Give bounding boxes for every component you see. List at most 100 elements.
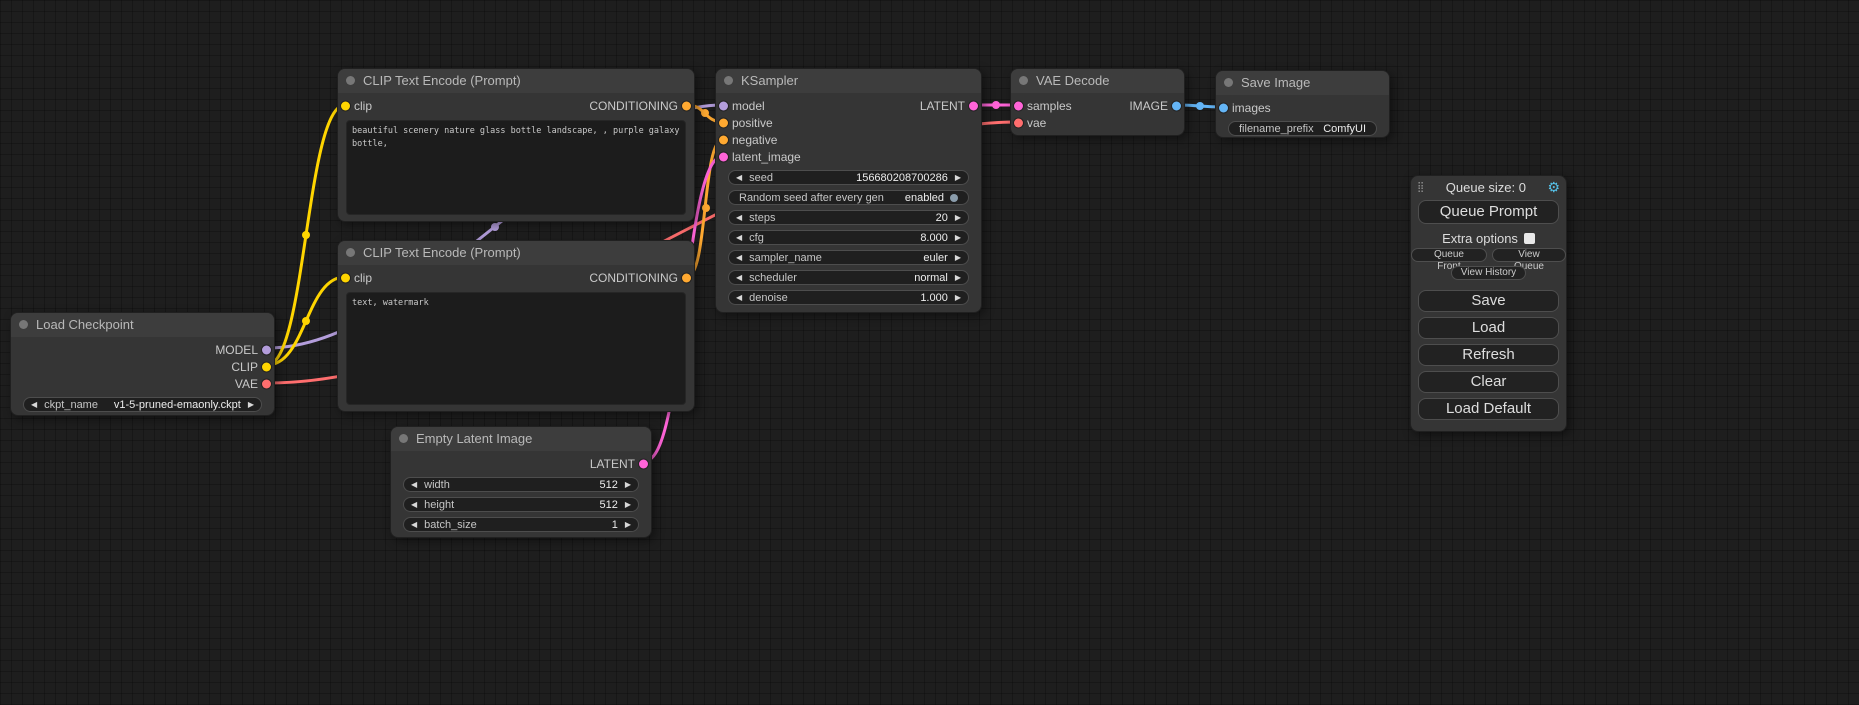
increment-arrow-icon[interactable]: ▶ <box>625 521 631 529</box>
model-input-port[interactable] <box>719 101 728 110</box>
node-vae-decode[interactable]: VAE Decode samples IMAGE vae <box>1010 68 1185 136</box>
node-save-image[interactable]: Save Image images filename_prefix ComfyU… <box>1215 70 1390 138</box>
node-ksampler[interactable]: KSampler model LATENT positive negative <box>715 68 982 313</box>
increment-arrow-icon[interactable]: ▶ <box>625 481 631 489</box>
save-button[interactable]: Save <box>1418 290 1559 312</box>
negative-input-port[interactable] <box>719 135 728 144</box>
wire-midpoint-dot <box>702 204 710 212</box>
node-clip-text-encode-negative[interactable]: CLIP Text Encode (Prompt) clip CONDITION… <box>337 240 695 412</box>
wire-midpoint-dot <box>302 317 310 325</box>
prev-value-arrow-icon[interactable]: ◀ <box>736 254 742 262</box>
images-input-port[interactable] <box>1219 103 1228 112</box>
conditioning-output-port[interactable] <box>682 273 691 282</box>
queue-prompt-button[interactable]: Queue Prompt <box>1418 200 1559 224</box>
clip-input-label: clip <box>354 271 372 285</box>
node-title-bar[interactable]: CLIP Text Encode (Prompt) <box>338 241 694 265</box>
decrement-arrow-icon[interactable]: ◀ <box>736 294 742 302</box>
load-default-button[interactable]: Load Default <box>1418 398 1559 420</box>
collapse-dot-icon[interactable] <box>399 434 408 443</box>
collapse-dot-icon[interactable] <box>346 248 355 257</box>
node-title-bar[interactable]: CLIP Text Encode (Prompt) <box>338 69 694 93</box>
node-title-bar[interactable]: Save Image <box>1216 71 1389 95</box>
decrement-arrow-icon[interactable]: ◀ <box>736 214 742 222</box>
ckpt-name-widget[interactable]: ◀ ckpt_name v1-5-pruned-emaonly.ckpt ▶ <box>23 397 262 412</box>
next-value-arrow-icon[interactable]: ▶ <box>955 274 961 282</box>
node-clip-text-encode-positive[interactable]: CLIP Text Encode (Prompt) clip CONDITION… <box>337 68 695 222</box>
node-title-bar[interactable]: KSampler <box>716 69 981 93</box>
decrement-arrow-icon[interactable]: ◀ <box>736 174 742 182</box>
latent-output-label: LATENT <box>590 457 635 471</box>
widget-name: filename_prefix <box>1239 123 1314 135</box>
collapse-dot-icon[interactable] <box>19 320 28 329</box>
clip-input-port[interactable] <box>341 101 350 110</box>
slot-row: clip CONDITIONING <box>338 269 694 286</box>
node-title-bar[interactable]: Load Checkpoint <box>11 313 274 337</box>
vae-output-port[interactable] <box>262 379 271 388</box>
increment-arrow-icon[interactable]: ▶ <box>955 214 961 222</box>
node-title-bar[interactable]: Empty Latent Image <box>391 427 651 451</box>
queue-front-button[interactable]: Queue Front <box>1411 248 1487 262</box>
collapse-dot-icon[interactable] <box>1019 76 1028 85</box>
extra-options-checkbox[interactable] <box>1524 233 1535 244</box>
view-queue-button[interactable]: View Queue <box>1492 248 1566 262</box>
height-widget[interactable]: ◀ height 512 ▶ <box>403 497 639 512</box>
collapse-dot-icon[interactable] <box>1224 78 1233 87</box>
decrement-arrow-icon[interactable]: ◀ <box>411 501 417 509</box>
load-button[interactable]: Load <box>1418 317 1559 339</box>
drag-handle-icon[interactable]: ⣿ <box>1417 182 1424 193</box>
refresh-button[interactable]: Refresh <box>1418 344 1559 366</box>
clear-button[interactable]: Clear <box>1418 371 1559 393</box>
node-empty-latent-image[interactable]: Empty Latent Image LATENT ◀ width 512 ▶ … <box>390 426 652 538</box>
node-title-bar[interactable]: VAE Decode <box>1011 69 1184 93</box>
clip-input-label: clip <box>354 99 372 113</box>
widget-name: Random seed after every gen <box>739 192 884 204</box>
increment-arrow-icon[interactable]: ▶ <box>955 294 961 302</box>
vae-input-label: vae <box>1027 116 1046 130</box>
node-title: KSampler <box>741 73 798 88</box>
next-value-arrow-icon[interactable]: ▶ <box>248 401 254 409</box>
prev-value-arrow-icon[interactable]: ◀ <box>736 274 742 282</box>
increment-arrow-icon[interactable]: ▶ <box>625 501 631 509</box>
cfg-widget[interactable]: ◀ cfg 8.000 ▶ <box>728 230 969 245</box>
positive-prompt-input[interactable]: beautiful scenery nature glass bottle la… <box>346 120 686 215</box>
scheduler-widget[interactable]: ◀ scheduler normal ▶ <box>728 270 969 285</box>
node-load-checkpoint[interactable]: Load Checkpoint MODEL CLIP VAE ◀ ckpt_na… <box>10 312 275 416</box>
decrement-arrow-icon[interactable]: ◀ <box>411 521 417 529</box>
negative-prompt-input[interactable]: text, watermark <box>346 292 686 405</box>
decrement-arrow-icon[interactable]: ◀ <box>411 481 417 489</box>
batch-size-widget[interactable]: ◀ batch_size 1 ▶ <box>403 517 639 532</box>
conditioning-output-port[interactable] <box>682 101 691 110</box>
conditioning-output-label: CONDITIONING <box>589 99 678 113</box>
image-output-port[interactable] <box>1172 101 1181 110</box>
next-value-arrow-icon[interactable]: ▶ <box>955 254 961 262</box>
clip-input-port[interactable] <box>341 273 350 282</box>
increment-arrow-icon[interactable]: ▶ <box>955 174 961 182</box>
decrement-arrow-icon[interactable]: ◀ <box>736 234 742 242</box>
increment-arrow-icon[interactable]: ▶ <box>955 234 961 242</box>
slot-row: latent_image <box>716 148 981 165</box>
prev-value-arrow-icon[interactable]: ◀ <box>31 401 37 409</box>
sampler-name-widget[interactable]: ◀ sampler_name euler ▶ <box>728 250 969 265</box>
settings-gear-icon[interactable]: ⚙ <box>1547 179 1560 196</box>
slot-row: samples IMAGE <box>1011 97 1184 114</box>
seed-widget[interactable]: ◀ seed 156680208700286 ▶ <box>728 170 969 185</box>
width-widget[interactable]: ◀ width 512 ▶ <box>403 477 639 492</box>
clip-output-port[interactable] <box>262 362 271 371</box>
wire-midpoint-dot <box>701 109 709 117</box>
node-title: Empty Latent Image <box>416 431 532 446</box>
toggle-state-dot-icon[interactable] <box>950 194 958 202</box>
view-history-button[interactable]: View History <box>1451 266 1526 280</box>
denoise-widget[interactable]: ◀ denoise 1.000 ▶ <box>728 290 969 305</box>
filename-prefix-widget[interactable]: filename_prefix ComfyUI <box>1228 121 1377 136</box>
latent-output-port[interactable] <box>969 101 978 110</box>
positive-input-port[interactable] <box>719 118 728 127</box>
latent-image-input-port[interactable] <box>719 152 728 161</box>
vae-input-port[interactable] <box>1014 118 1023 127</box>
latent-output-port[interactable] <box>639 459 648 468</box>
steps-widget[interactable]: ◀ steps 20 ▶ <box>728 210 969 225</box>
random-seed-toggle-widget[interactable]: Random seed after every gen enabled <box>728 190 969 205</box>
model-output-port[interactable] <box>262 345 271 354</box>
collapse-dot-icon[interactable] <box>724 76 733 85</box>
collapse-dot-icon[interactable] <box>346 76 355 85</box>
samples-input-port[interactable] <box>1014 101 1023 110</box>
